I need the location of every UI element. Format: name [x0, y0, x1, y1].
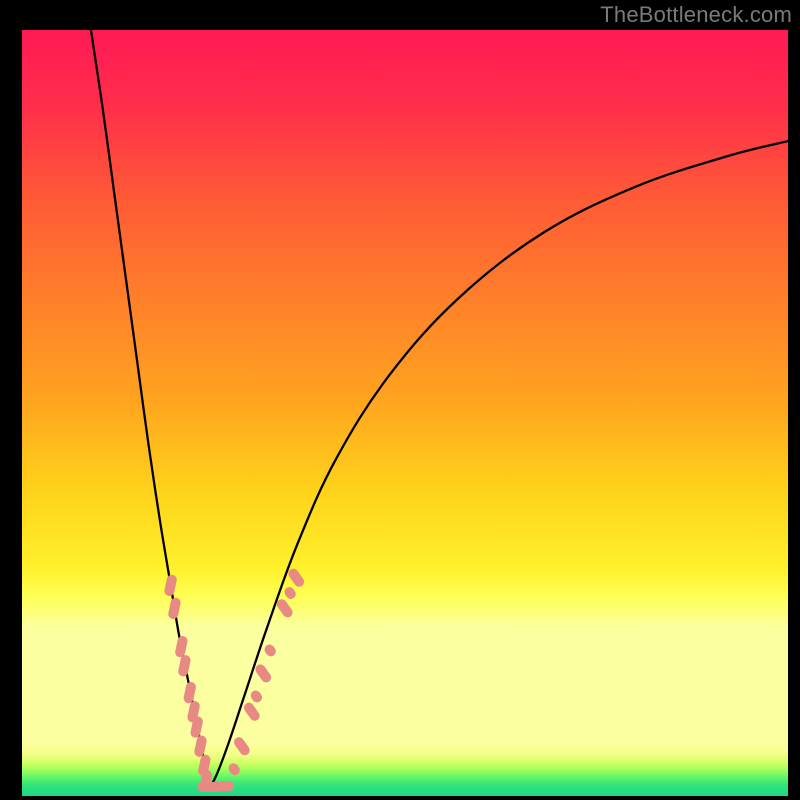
- curve-marker: [242, 701, 262, 723]
- curve-marker: [164, 574, 178, 597]
- curve-marker: [183, 681, 197, 704]
- curve-marker: [227, 761, 242, 777]
- plot-frame: [20, 28, 790, 798]
- curve-marker: [232, 735, 252, 757]
- bottleneck-curve: [22, 30, 788, 796]
- curve-marker: [177, 654, 191, 677]
- curve-marker: [249, 689, 264, 705]
- curve-marker: [263, 643, 278, 659]
- curve-marker: [283, 585, 298, 601]
- chart-stage: TheBottleneck.com: [0, 0, 800, 800]
- curve-marker: [167, 597, 181, 620]
- curve-right-branch: [210, 141, 788, 788]
- curve-marker: [286, 567, 306, 589]
- curve-marker: [217, 781, 234, 791]
- curve-marker: [253, 662, 273, 684]
- plot-area: [22, 30, 788, 796]
- curve-marker: [275, 597, 295, 619]
- curve-left-branch: [91, 30, 210, 788]
- curve-marker: [193, 735, 207, 758]
- watermark-text: TheBottleneck.com: [600, 2, 792, 28]
- curve-marker: [174, 635, 188, 658]
